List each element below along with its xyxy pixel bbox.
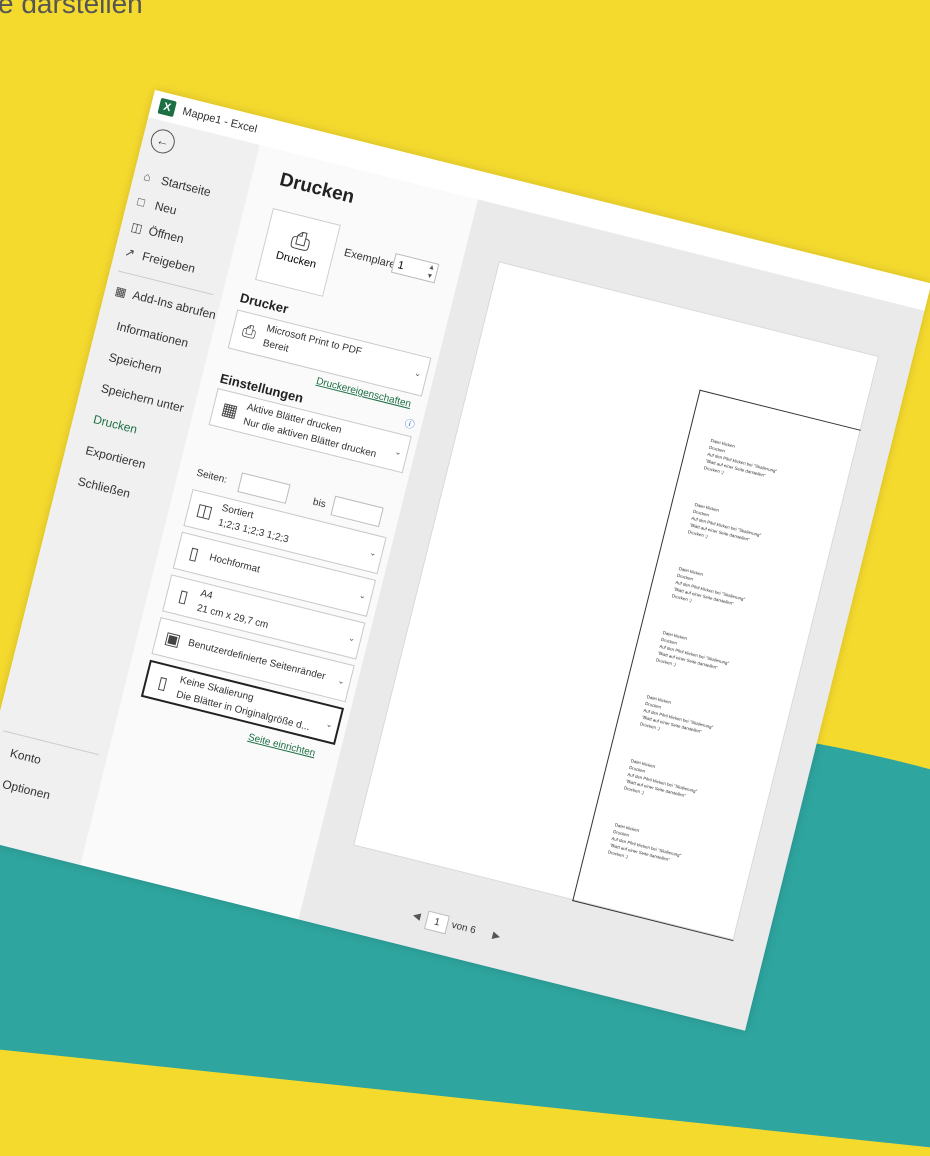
chevron-down-icon: ⌄ <box>393 446 403 458</box>
page-count: von 6 <box>450 919 477 937</box>
nav-item-freigeben[interactable]: ↗ Freigeben <box>123 242 198 279</box>
orientation-value: Hochformat <box>208 552 261 576</box>
nav-item-konto[interactable]: Konto <box>8 743 43 770</box>
nav-item-label: Startseite <box>159 173 213 200</box>
nav-item-drucken[interactable]: Drucken <box>91 409 139 439</box>
print-heading: Drucken <box>277 169 357 208</box>
paper-size-desc: 21 cm x 29,7 cm <box>195 602 270 632</box>
nav-item-exportieren[interactable]: Exportieren <box>83 440 147 474</box>
printer-icon: ⎙ <box>240 320 259 343</box>
chevron-down-icon: ⌄ <box>324 719 334 730</box>
preview-text-block: Datei klicken Drucken Auf den Pfeil klicke… <box>671 565 749 616</box>
nav-item-speichern-unter[interactable]: Speichern unter <box>99 378 186 418</box>
chevron-down-icon: ⌄ <box>413 368 423 379</box>
preview-text-block: Datei klicken Drucken Auf den Pfeil klicke… <box>655 629 733 680</box>
margins-icon: ▣ <box>162 627 183 651</box>
nav-item-informationen[interactable]: Informationen <box>114 316 190 353</box>
pages-to-input[interactable] <box>330 495 384 528</box>
copies-value: 1 <box>396 259 406 273</box>
paper-size-value: A4 <box>199 588 214 602</box>
paper-icon: ▯ <box>176 586 191 607</box>
preview-text-block: Datei klicken Drucken Auf den Pfeil klicke… <box>687 501 765 552</box>
spin-arrows-icon[interactable]: ▲ ▼ <box>425 263 436 282</box>
nav-item-label: Freigeben <box>140 249 197 276</box>
chevron-down-icon: ⌄ <box>336 675 346 687</box>
current-page-input[interactable]: 1 <box>424 910 450 935</box>
next-page-icon[interactable]: ▶ <box>491 930 501 943</box>
scaling-icon: ▯ <box>155 672 170 694</box>
info-icon[interactable]: ⓘ <box>403 415 416 431</box>
nav-item-label: Neu <box>153 198 179 218</box>
prev-page-icon[interactable]: ◀ <box>412 910 422 923</box>
preview-text-block: Datei klicken Drucken Auf den Pfeil klicke… <box>703 437 781 488</box>
nav-item-speichern[interactable]: Speichern <box>107 347 164 379</box>
preview-text-block: Datei klicken Drucken Auf den Pfeil klicke… <box>623 757 701 808</box>
back-arrow-icon[interactable]: ← <box>148 126 178 156</box>
chevron-down-icon: ⌄ <box>358 590 367 601</box>
collate-icon: ◫ <box>194 499 215 523</box>
pages-from-input[interactable] <box>237 472 291 504</box>
copies-stepper[interactable]: 1 ▲ ▼ <box>390 253 440 284</box>
collate-desc: 1;2;3 1;2;3 1;2;3 <box>216 517 290 546</box>
sheets-grid-icon: ▦ <box>219 398 240 422</box>
nav-item-schliessen[interactable]: Schließen <box>76 471 133 503</box>
nav-item-label: Öffnen <box>147 223 186 247</box>
chevron-down-icon: ⌄ <box>347 633 357 644</box>
printer-status: Bereit <box>261 337 290 355</box>
chevron-down-icon: ⌄ <box>368 547 378 559</box>
background-caption: e darstellen <box>0 0 143 19</box>
pages-label: Seiten: <box>195 467 229 486</box>
preview-text-block: Datei klicken Drucken Auf den Pfeil klicke… <box>639 693 717 744</box>
nav-item-optionen[interactable]: Optionen <box>0 774 52 805</box>
pages-to-label: bis <box>311 496 327 511</box>
nav-item-neu[interactable]: □ Neu <box>135 191 179 220</box>
portrait-page-icon: ▯ <box>187 543 201 565</box>
excel-logo-icon: X <box>157 97 177 118</box>
print-button[interactable]: ⎙ Drucken <box>255 208 341 297</box>
